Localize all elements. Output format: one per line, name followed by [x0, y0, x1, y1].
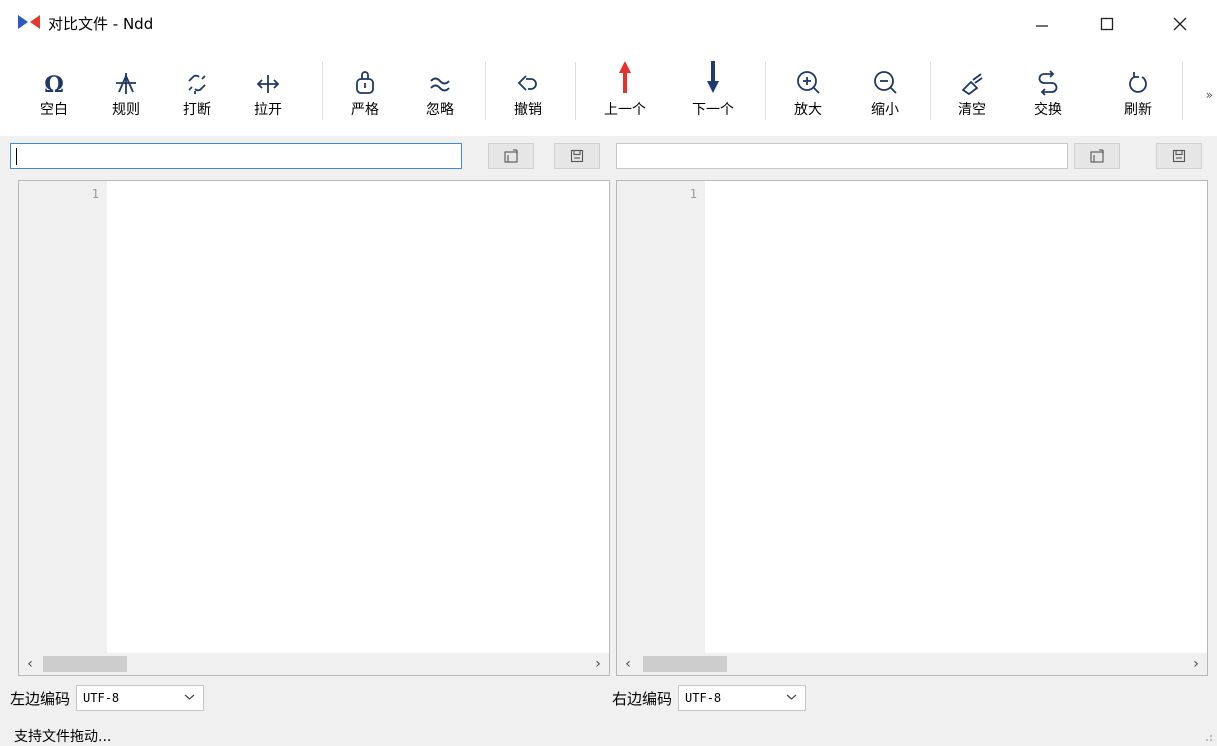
scroll-thumb[interactable]: [643, 656, 727, 672]
refresh-label: 刷新: [1124, 102, 1152, 118]
brush-icon: [961, 73, 983, 96]
right-encoding-select[interactable]: UTF-8: [678, 685, 807, 711]
close-button[interactable]: [1150, 0, 1210, 48]
break-button[interactable]: 打断: [167, 58, 227, 128]
rule-label: 规则: [112, 102, 140, 118]
scroll-thumb[interactable]: [43, 656, 127, 672]
left-path-bar: [0, 136, 610, 178]
left-encoding-bar: 左边编码 UTF-8: [10, 682, 205, 714]
text-caret: [16, 148, 17, 165]
chevron-down-icon: [786, 694, 797, 700]
toolbar-separator: [930, 62, 931, 120]
whitespace-label: 空白: [40, 102, 68, 118]
left-line-gutter: 1: [19, 181, 107, 653]
previous-diff-label: 上一个: [604, 102, 646, 118]
status-bar: 支持文件拖动...: [0, 720, 1217, 746]
refresh-icon: [1129, 72, 1147, 93]
swap-icon: [1038, 70, 1058, 96]
zoom-in-icon: [797, 71, 820, 94]
previous-diff-button[interactable]: 上一个: [595, 58, 655, 128]
rule-icon: [116, 73, 136, 94]
zoom-out-icon: [874, 71, 897, 94]
right-horizontal-scrollbar[interactable]: ‹ ›: [617, 653, 1207, 675]
line-number: 1: [91, 187, 99, 201]
zoom-in-label: 放大: [794, 102, 822, 118]
strict-button[interactable]: 严格: [335, 58, 395, 128]
break-label: 打断: [183, 102, 211, 118]
left-encoding-label: 左边编码: [10, 689, 71, 708]
right-save-button[interactable]: [1156, 143, 1202, 169]
expand-button[interactable]: 拉开: [238, 58, 298, 128]
strict-label: 严格: [351, 102, 379, 118]
toolbar-separator: [1182, 62, 1183, 120]
left-path-input[interactable]: [10, 143, 462, 169]
clear-button[interactable]: 清空: [942, 58, 1002, 128]
minimize-icon: [1036, 25, 1048, 27]
toolbar-separator: [485, 62, 486, 120]
right-line-gutter: 1: [617, 181, 705, 653]
ignore-button[interactable]: 忽略: [410, 58, 470, 128]
window-title: 对比文件 - Ndd: [48, 15, 154, 33]
minimize-button[interactable]: [1012, 0, 1072, 48]
omega-icon: Ω: [44, 72, 64, 96]
left-horizontal-scrollbar[interactable]: ‹ ›: [19, 653, 609, 675]
save-icon: [570, 149, 584, 163]
scroll-left-icon[interactable]: ‹: [21, 655, 39, 673]
status-text: 支持文件拖动...: [14, 729, 112, 745]
toolbar-separator: [322, 62, 323, 120]
right-path-input[interactable]: [616, 143, 1068, 169]
left-save-button[interactable]: [554, 143, 600, 169]
toolbar-separator: [765, 62, 766, 120]
scroll-right-icon[interactable]: ›: [1187, 655, 1205, 673]
left-open-file-button[interactable]: [488, 143, 534, 169]
left-encoding-select[interactable]: UTF-8: [76, 685, 205, 711]
right-path-bar: [610, 136, 1217, 178]
right-open-file-button[interactable]: [1074, 143, 1120, 169]
undo-label: 撤销: [514, 102, 542, 118]
zoom-in-button[interactable]: 放大: [778, 58, 838, 128]
close-icon: [1173, 17, 1187, 31]
maximize-icon: [1100, 17, 1114, 31]
expand-arrows-icon: [256, 75, 280, 93]
refresh-button[interactable]: 刷新: [1108, 58, 1168, 128]
title-bar: 对比文件 - Ndd: [0, 0, 1217, 48]
right-editor[interactable]: 1 ‹ ›: [616, 180, 1208, 676]
maximize-button[interactable]: [1077, 0, 1137, 48]
left-editor[interactable]: 1 ‹ ›: [18, 180, 610, 676]
swap-button[interactable]: 交换: [1018, 58, 1078, 128]
toolbar-separator: [575, 62, 576, 120]
arrow-down-icon: [707, 61, 719, 93]
rule-button[interactable]: 规则: [96, 58, 156, 128]
undo-button[interactable]: 撤销: [498, 58, 558, 128]
undo-icon: [517, 75, 537, 91]
arrow-up-icon: [619, 61, 631, 93]
scroll-left-icon[interactable]: ‹: [619, 655, 637, 673]
toolbar: Ω 空白 规则 打断 拉开 严格 忽略 撤销 上一个 下一个 放大 缩小 清空 …: [0, 48, 1217, 136]
right-encoding-label: 右边编码: [612, 689, 673, 708]
expand-label: 拉开: [254, 102, 282, 118]
chevron-down-icon: [184, 694, 195, 700]
app-logo-icon: [18, 15, 40, 29]
open-file-icon: [504, 149, 518, 163]
strict-icon: [356, 71, 374, 94]
save-icon: [1172, 149, 1186, 163]
whitespace-button[interactable]: Ω 空白: [24, 58, 84, 128]
clear-label: 清空: [958, 102, 986, 118]
svg-text:Ω: Ω: [44, 72, 64, 96]
next-diff-button[interactable]: 下一个: [683, 58, 743, 128]
break-link-icon: [188, 74, 206, 94]
toolbar-overflow-button[interactable]: »: [1206, 88, 1213, 102]
right-encoding-bar: 右边编码 UTF-8: [612, 682, 807, 714]
scroll-right-icon[interactable]: ›: [589, 655, 607, 673]
line-number: 1: [689, 187, 697, 201]
zoom-out-button[interactable]: 缩小: [855, 58, 915, 128]
swap-label: 交换: [1034, 102, 1062, 118]
ignore-label: 忽略: [426, 102, 454, 118]
open-file-icon: [1090, 149, 1104, 163]
resize-grip-icon[interactable]: [1203, 732, 1213, 742]
approx-icon: [430, 77, 450, 92]
zoom-out-label: 缩小: [871, 102, 899, 118]
next-diff-label: 下一个: [692, 102, 734, 118]
